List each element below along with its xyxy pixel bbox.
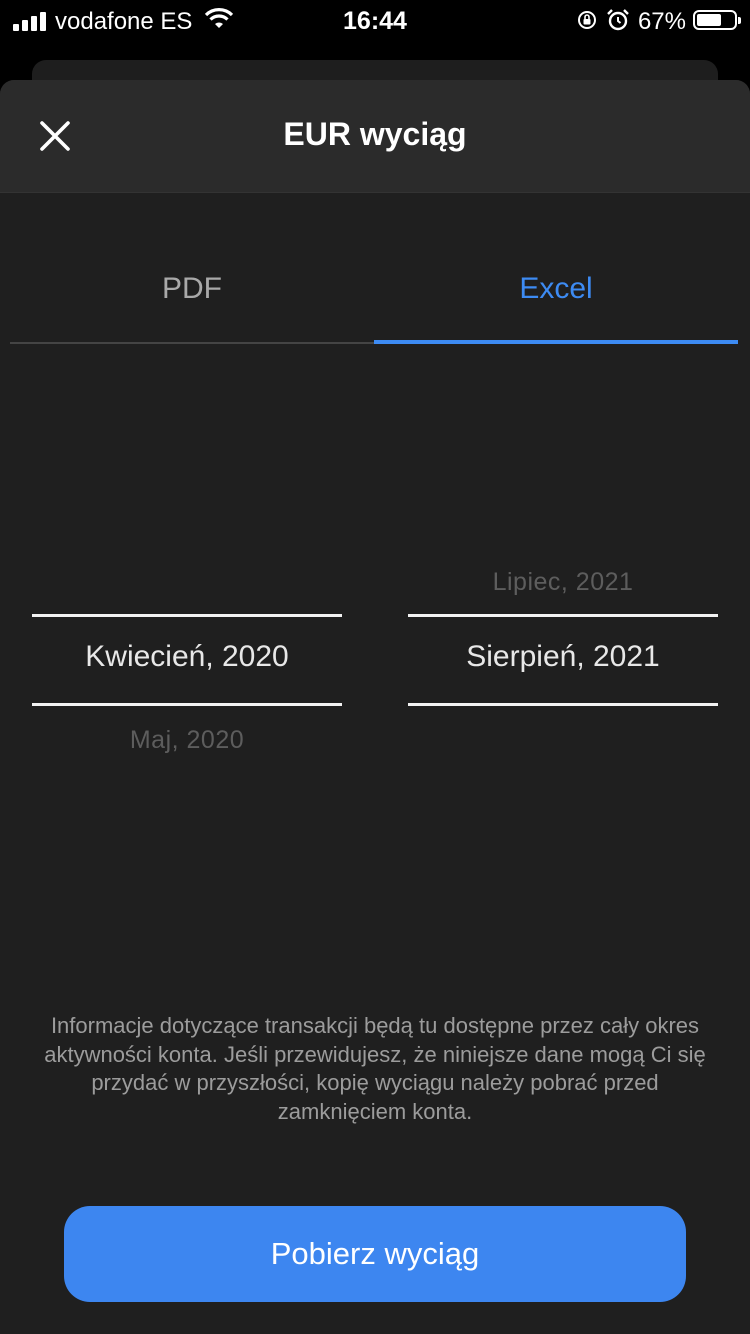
- battery-percent: 67%: [637, 8, 686, 35]
- info-text: Informacje dotyczące transakcji będą tu …: [44, 1013, 706, 1124]
- to-picker-selected[interactable]: Sierpień, 2021: [408, 640, 718, 674]
- to-month-picker[interactable]: Lipiec, 2021 Sierpień, 2021: [408, 80, 718, 780]
- from-picker-next[interactable]: Maj, 2020: [32, 726, 342, 755]
- picker-top-divider: [32, 614, 342, 617]
- orientation-lock-icon: [578, 11, 596, 29]
- picker-top-divider: [408, 614, 718, 617]
- picker-bottom-divider: [408, 703, 718, 706]
- from-month-picker[interactable]: Kwiecień, 2020 Maj, 2020: [32, 80, 342, 780]
- statement-sheet: EUR wyciąg PDF Excel Kwiecień, 2020 Maj,…: [0, 80, 750, 1334]
- download-statement-button[interactable]: Pobierz wyciąg: [64, 1206, 686, 1302]
- to-picker-previous[interactable]: Lipiec, 2021: [408, 568, 718, 597]
- battery-icon: [693, 10, 741, 30]
- from-picker-selected[interactable]: Kwiecień, 2020: [32, 640, 342, 674]
- picker-bottom-divider: [32, 703, 342, 706]
- alarm-icon: [607, 9, 629, 31]
- status-bar: vodafone ES 16:44 67%: [0, 0, 750, 44]
